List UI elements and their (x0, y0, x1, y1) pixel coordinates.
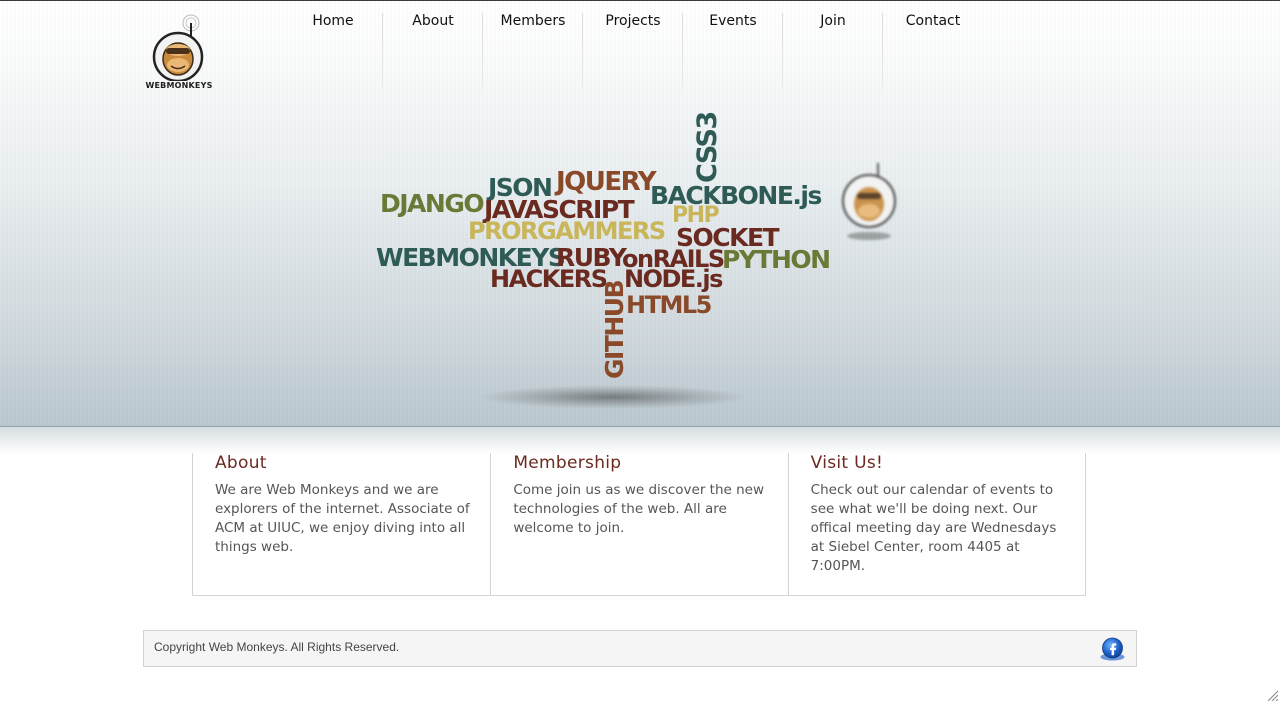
cloud-word-jquery: JQUERY (556, 167, 657, 197)
nav-projects[interactable]: Projects (582, 1, 683, 89)
copyright-text: Copyright Web Monkeys. All Rights Reserv… (154, 640, 400, 654)
hero-bottom-shadow (0, 426, 1280, 454)
facebook-icon[interactable] (1098, 637, 1127, 661)
monkey-logo-icon (152, 14, 204, 83)
cloud-word-nodejs: NODE.js (624, 265, 723, 293)
logo-text: WEBMONKEYS (145, 81, 213, 90)
site-logo[interactable]: WEBMONKEYS (143, 11, 215, 95)
nav-about[interactable]: About (382, 1, 483, 89)
membership-heading: Membership (513, 453, 622, 473)
cloud-word-css3: CSS3 (692, 112, 723, 183)
membership-column: Membership Come join us as we discover t… (490, 453, 787, 595)
about-heading: About (215, 453, 267, 473)
cloud-word-python: PYTHON (722, 245, 831, 274)
nav-members[interactable]: Members (482, 1, 583, 89)
cloud-word-github: GITHUB (600, 280, 629, 379)
membership-text: Come join us as we discover the new tech… (513, 482, 765, 536)
about-text: We are Web Monkeys and we are explorers … (215, 482, 470, 555)
nav-contact[interactable]: Contact (882, 1, 983, 89)
nav-home[interactable]: Home (283, 1, 383, 89)
resize-grip-icon[interactable] (1266, 689, 1278, 701)
cloud-shadow (478, 385, 748, 409)
nav-join[interactable]: Join (782, 1, 883, 89)
cloud-word-html5: HTML5 (626, 291, 712, 319)
cloud-word-django: DJANGO (380, 189, 485, 218)
hero-banner: WEBMONKEYS Home About Members Projects E… (0, 1, 1280, 427)
main-nav: Home About Members Projects Events Join … (283, 1, 983, 91)
footer: Copyright Web Monkeys. All Rights Reserv… (143, 630, 1137, 667)
cloud-word-hackers: HACKERS (490, 265, 608, 293)
visit-text: Check out our calendar of events to see … (810, 482, 1057, 574)
visit-column: Visit Us! Check out our calendar of even… (787, 453, 1085, 595)
cloud-word-programmers: PRORGAMMERS (468, 217, 666, 245)
info-columns: About We are Web Monkeys and we are expl… (192, 453, 1086, 596)
visit-heading: Visit Us! (810, 453, 884, 473)
monkey-decoration-icon (838, 159, 902, 243)
about-column: About We are Web Monkeys and we are expl… (193, 453, 490, 595)
word-cloud: CSS3 JSON JQUERY BACKBONE.js DJANGO JAVA… (370, 111, 840, 391)
nav-events[interactable]: Events (682, 1, 783, 89)
